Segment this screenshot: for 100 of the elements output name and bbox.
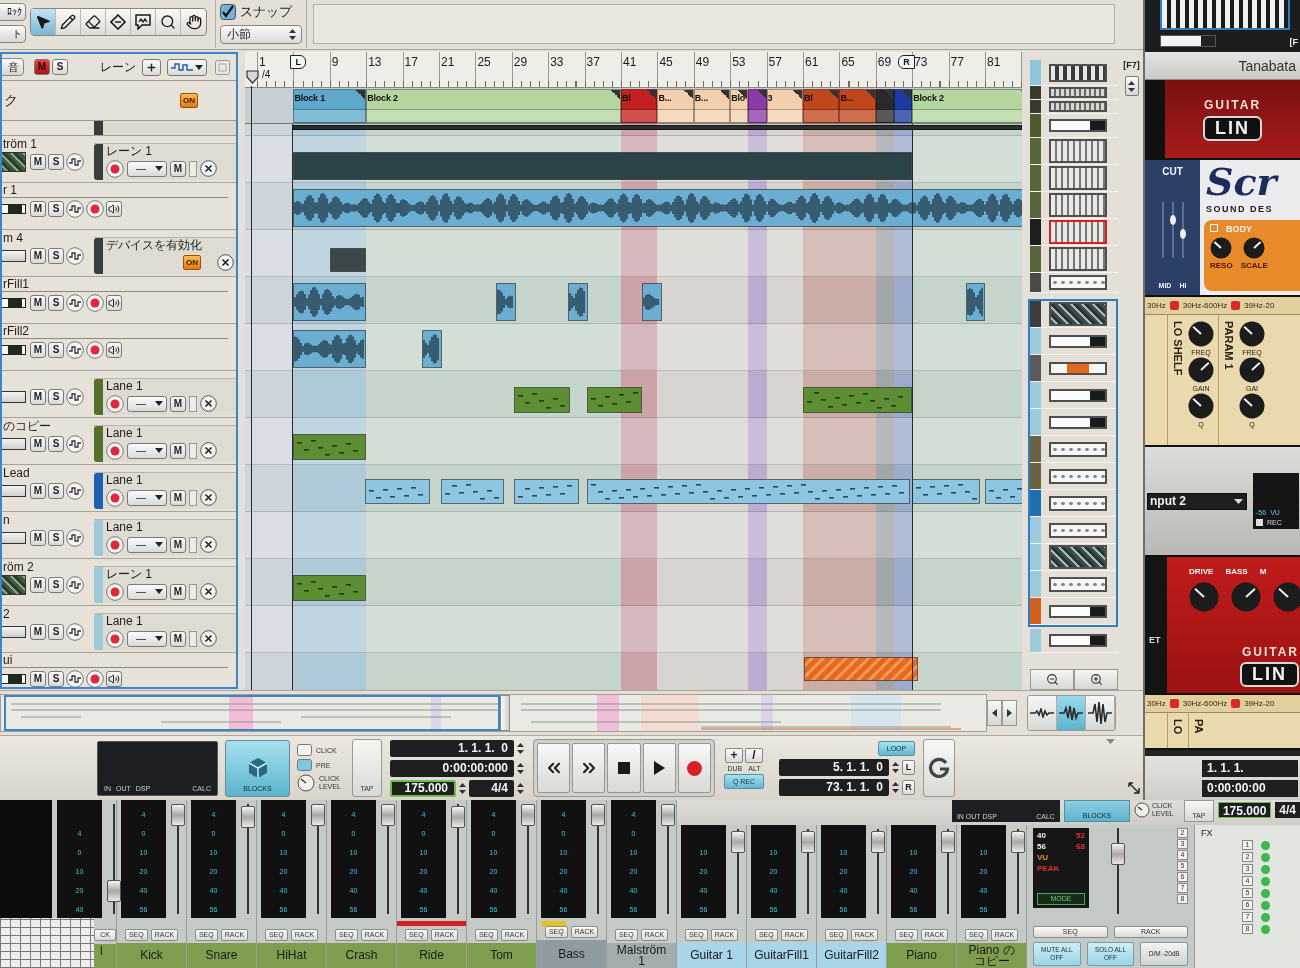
fader-knob[interactable] [241, 806, 255, 828]
block-clip[interactable]: Bl [803, 89, 840, 123]
pre-checkbox[interactable] [297, 759, 312, 771]
pattern-clip[interactable] [329, 248, 366, 272]
note-clip[interactable] [513, 479, 579, 504]
mute-button[interactable]: M [30, 671, 46, 687]
device-thumbnail[interactable] [2, 532, 26, 544]
fast-forward-button[interactable] [572, 743, 606, 793]
monitor-button[interactable] [106, 295, 122, 311]
dub-button[interactable]: + [725, 747, 743, 763]
mute-button[interactable]: M [30, 154, 46, 170]
led-icon[interactable] [1231, 699, 1241, 708]
automation-icon[interactable] [66, 623, 84, 641]
fader-knob[interactable] [171, 804, 185, 826]
record-icon[interactable] [106, 582, 124, 601]
status-dot-icon[interactable] [1261, 924, 1270, 934]
mute-button[interactable]: M [30, 201, 46, 217]
device-thumbnail[interactable] [1049, 388, 1107, 402]
status-dot-icon[interactable] [1261, 852, 1270, 862]
on-button[interactable]: ON [180, 93, 198, 108]
note-clip[interactable] [293, 575, 367, 601]
lane-mute-button[interactable]: M [170, 536, 186, 553]
record-icon[interactable] [86, 670, 104, 687]
mute-button[interactable]: M [30, 436, 46, 452]
note-clip[interactable] [587, 387, 643, 413]
click-checkbox[interactable] [297, 744, 312, 756]
audio-clip[interactable] [496, 283, 517, 321]
knob-icon[interactable] [1239, 357, 1265, 383]
device-thumbnail[interactable] [1049, 166, 1107, 190]
audio-clip[interactable] [293, 283, 367, 321]
device-thumbnail[interactable] [1049, 334, 1107, 348]
lane-select[interactable]: — [127, 630, 167, 647]
fader-knob[interactable] [381, 804, 395, 826]
device-thumbnail[interactable] [1049, 275, 1107, 290]
knob-icon[interactable] [1188, 357, 1214, 383]
stop-button[interactable] [607, 743, 641, 793]
lane-mute-button[interactable]: M [170, 630, 186, 647]
snap-checkbox[interactable] [220, 4, 236, 20]
record-icon[interactable] [106, 394, 124, 413]
device-thumbnail[interactable] [1049, 139, 1107, 163]
close-icon[interactable] [200, 160, 217, 177]
mute-button[interactable]: M [30, 483, 46, 499]
solo-button[interactable]: S [48, 436, 64, 452]
zoom-out-button[interactable] [1030, 669, 1074, 690]
device-thumbnail[interactable] [2, 438, 26, 450]
automation-icon[interactable] [66, 482, 84, 500]
lane-mute-button[interactable]: M [170, 395, 186, 412]
right-locator-display[interactable]: 73. 1. 1. 0 [779, 778, 889, 796]
audio-clip[interactable] [421, 330, 442, 368]
automation-icon[interactable] [66, 294, 84, 312]
knob-icon[interactable] [1239, 321, 1265, 347]
scroll-handle[interactable] [500, 695, 510, 731]
position-display[interactable]: 1. 1. 1. 0 [390, 739, 514, 757]
knob-icon[interactable] [1243, 237, 1266, 259]
note-clip[interactable] [912, 479, 981, 504]
close-icon[interactable] [200, 583, 217, 600]
pattern-clip[interactable] [293, 152, 913, 180]
resize-grip-icon[interactable] [1128, 782, 1140, 794]
status-dot-icon[interactable] [1261, 876, 1270, 886]
device-thumbnail[interactable] [2, 391, 26, 403]
solo-button[interactable]: S [48, 248, 64, 264]
fader-knob[interactable] [311, 804, 325, 826]
right-locator-flag[interactable]: R [898, 55, 915, 69]
checkbox-icon[interactable] [1256, 519, 1263, 526]
lane-select[interactable]: — [127, 442, 167, 459]
logo-button[interactable] [923, 739, 955, 797]
record-icon[interactable] [106, 629, 124, 648]
record-icon[interactable] [106, 535, 124, 554]
close-icon[interactable] [200, 489, 217, 506]
lane-mute-button[interactable]: M [170, 489, 186, 506]
status-dot-icon[interactable] [1261, 864, 1270, 874]
zoom-in-button[interactable] [1074, 669, 1118, 690]
mute-button[interactable]: M [30, 389, 46, 405]
automation-icon[interactable] [66, 341, 84, 359]
solo-button[interactable]: S [48, 624, 64, 640]
device-thumbnail[interactable] [1049, 193, 1107, 217]
left-locator-flag[interactable]: L [290, 55, 306, 69]
mute-button[interactable]: M [30, 248, 46, 264]
toolbar-button[interactable]: ト [0, 25, 26, 43]
device-thumbnail[interactable] [2, 485, 26, 497]
note-clip[interactable] [803, 387, 912, 413]
lane-select[interactable]: — [127, 489, 167, 506]
device-thumbnail[interactable] [1049, 302, 1107, 326]
playhead-marker-icon[interactable] [246, 70, 259, 84]
audio-clip[interactable] [293, 189, 1022, 227]
waveform-zoom-button[interactable] [1028, 696, 1057, 730]
knob-icon[interactable] [1188, 393, 1214, 419]
device-thumbnail[interactable] [1049, 63, 1107, 82]
note-clip[interactable] [587, 479, 911, 504]
automation-icon[interactable] [66, 435, 84, 453]
rewind-button[interactable] [537, 743, 571, 793]
time-display[interactable]: 0:00:00:00 [1202, 780, 1298, 797]
solo-button[interactable]: S [48, 577, 64, 593]
knob-icon[interactable] [297, 774, 315, 792]
device-thumbnail[interactable] [1049, 604, 1107, 618]
fader-knob[interactable] [941, 831, 955, 853]
block-clip[interactable]: B... [693, 89, 731, 123]
automation-dropdown[interactable] [167, 58, 207, 76]
device-thumbnail[interactable] [1049, 468, 1107, 484]
dropdown-triangle-icon[interactable] [1106, 739, 1115, 744]
